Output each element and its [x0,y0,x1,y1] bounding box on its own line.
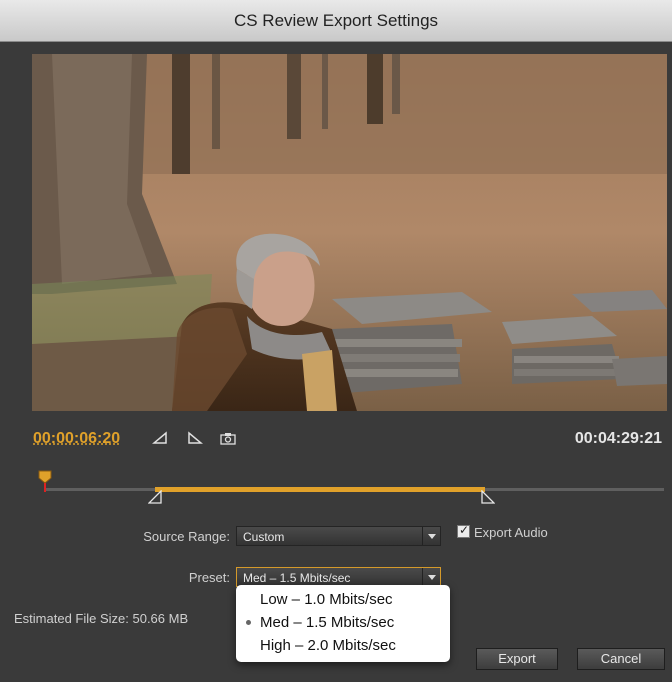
export-audio-label[interactable]: Export Audio [474,525,548,540]
export-audio-checkbox[interactable]: ✓ [457,523,470,538]
source-range-value: Custom [243,530,285,544]
selected-bullet-icon [246,620,251,625]
preset-select[interactable]: Med – 1.5 Mbits/sec [236,567,441,587]
video-frame-image [32,54,667,411]
title-bar: CS Review Export Settings [0,0,672,42]
window-title: CS Review Export Settings [233,11,439,30]
playhead-icon[interactable] [38,470,52,492]
total-timecode: 00:04:29:21 [574,430,662,447]
video-preview [32,54,667,411]
current-timecode[interactable]: 00:00:06:20 [33,430,120,448]
cancel-button[interactable]: Cancel [577,648,665,670]
export-button[interactable]: Export [476,648,558,670]
checkmark-icon: ✓ [459,523,470,537]
set-out-point-icon[interactable] [187,431,203,445]
preset-label: Preset: [188,570,230,585]
source-range-label: Source Range: [143,529,230,544]
preset-option-high[interactable]: High – 2.0 Mbits/sec [260,637,396,654]
timeline-selected-range[interactable] [155,487,485,492]
out-point-handle[interactable] [481,489,496,504]
preset-option-low[interactable]: Low – 1.0 Mbits/sec [260,591,393,608]
set-in-point-icon[interactable] [152,431,168,445]
chevron-down-icon [422,568,440,586]
preset-value: Med – 1.5 Mbits/sec [243,571,351,585]
camera-icon[interactable] [220,431,236,445]
chevron-down-icon [422,527,440,545]
preset-option-med[interactable]: Med – 1.5 Mbits/sec [246,614,394,631]
estimated-file-size: Estimated File Size: 50.66 MB [14,611,189,626]
preset-dropdown-menu: Low – 1.0 Mbits/sec Med – 1.5 Mbits/sec … [236,585,450,662]
in-point-handle[interactable] [147,489,162,504]
source-range-select[interactable]: Custom [236,526,441,546]
